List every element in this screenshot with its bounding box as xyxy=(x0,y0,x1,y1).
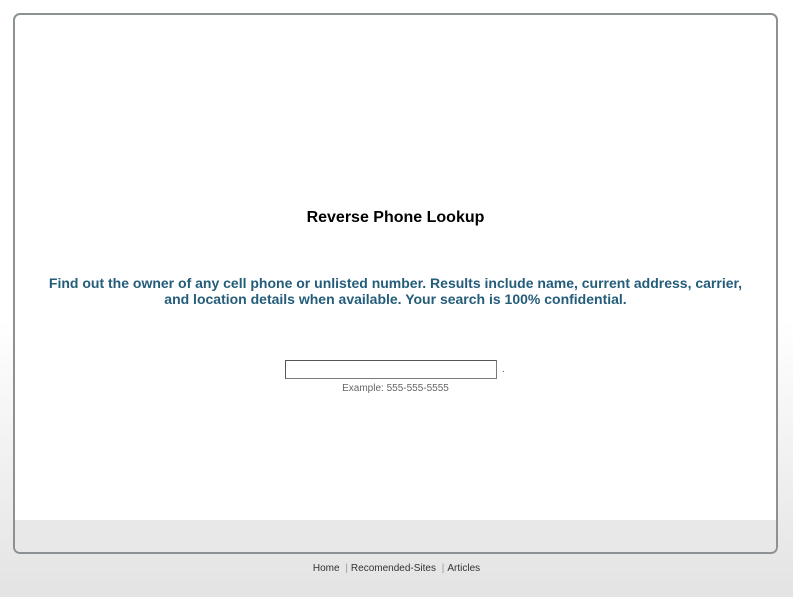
footer-link-home[interactable]: Home xyxy=(313,563,340,574)
footer-link-recomended-sites[interactable]: Recomended-Sites xyxy=(351,563,436,574)
footer-link-articles[interactable]: Articles xyxy=(447,563,480,574)
phone-number-input[interactable] xyxy=(285,360,497,379)
search-submit-button[interactable]: . xyxy=(502,364,505,375)
footer-separator: | xyxy=(345,563,348,574)
page-title: Reverse Phone Lookup xyxy=(306,209,485,226)
footer-separator: | xyxy=(441,563,445,574)
page-description: Find out the owner of any cell phone or … xyxy=(48,275,743,307)
footer-nav: Home | Recomended-Sites | Articles xyxy=(0,563,793,574)
example-hint: Example: 555-555-5555 xyxy=(342,383,449,394)
panel-footer-band xyxy=(15,520,776,552)
main-panel: Reverse Phone Lookup Find out the owner … xyxy=(13,13,778,554)
